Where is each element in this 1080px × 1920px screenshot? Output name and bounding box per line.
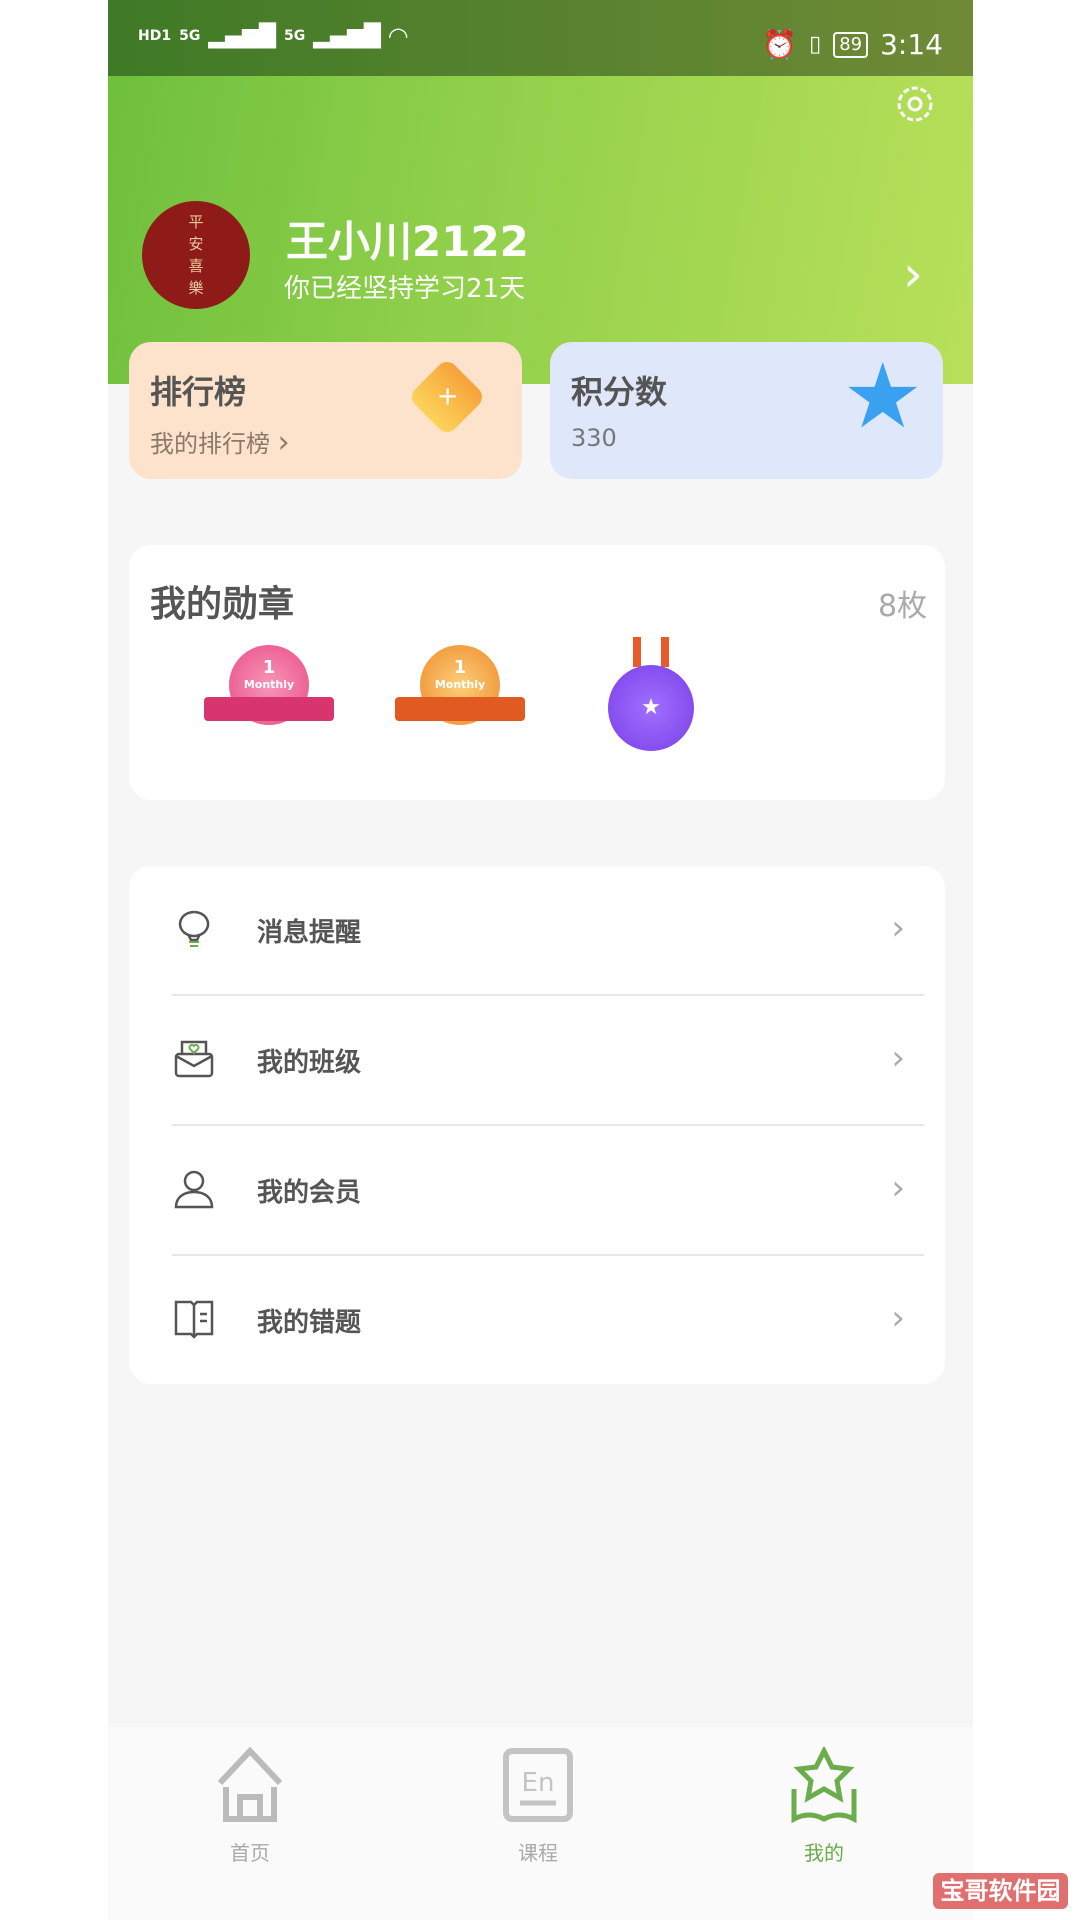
badge-monthly-orange[interactable]: 1 Monthly xyxy=(395,645,525,755)
signal-indicators: HD1 5G ▂▄▆█ 5G ▂▄▆█ ◠ xyxy=(138,22,408,50)
my-ranking-link[interactable]: 我的排行榜 › xyxy=(150,424,290,460)
ranking-title: 排行榜 xyxy=(150,373,247,411)
menu-card: 消息提醒 › 我的班级 › 我的会员 › 我的错题 › xyxy=(129,866,945,1384)
badges-card[interactable]: 我的勋章 8枚 1 Monthly 1 Monthly ★ xyxy=(129,545,945,800)
trophy-box-icon: ✕ xyxy=(407,357,487,437)
wifi-icon: ◠ xyxy=(388,22,408,50)
chevron-right-icon: › xyxy=(891,1298,905,1338)
sim-indicator: HD1 xyxy=(138,28,172,44)
badges-title: 我的勋章 xyxy=(150,584,295,625)
battery-level: 89 xyxy=(833,31,869,58)
badge-monthly-pink[interactable]: 1 Monthly xyxy=(204,645,334,755)
tab-home[interactable]: 首页 xyxy=(180,1746,320,1866)
bottom-tab-bar: 首页 En 课程 我的 xyxy=(108,1727,973,1920)
points-title: 积分数 xyxy=(571,373,668,411)
signal-5g-2: 5G xyxy=(284,28,306,44)
tab-mine[interactable]: 我的 xyxy=(754,1745,894,1866)
menu-item-notifications[interactable]: 消息提醒 › xyxy=(129,866,945,996)
star-icon: ★ xyxy=(842,344,923,449)
ranking-card[interactable]: 排行榜 我的排行榜 › ✕ xyxy=(129,342,522,479)
svg-text:En: En xyxy=(522,1768,555,1798)
profile-chevron-right-icon[interactable]: › xyxy=(903,245,923,303)
course-en-icon: En xyxy=(503,1748,573,1822)
envelope-heart-icon xyxy=(174,1040,214,1078)
phone-screen: HD1 5G ▂▄▆█ 5G ▂▄▆█ ◠ ⏰ ▯ 89 3:14 平安喜樂 王小川… xyxy=(108,0,973,1920)
user-icon xyxy=(174,1170,214,1209)
book-icon xyxy=(174,1300,214,1339)
watermark: 宝哥软件园 xyxy=(933,1873,1068,1909)
vibrate-icon: ▯ xyxy=(809,32,822,57)
badges-count: 8枚 xyxy=(878,589,928,624)
chevron-right-icon: › xyxy=(891,1038,905,1078)
menu-item-membership[interactable]: 我的会员 › xyxy=(129,1126,945,1256)
chevron-right-icon: › xyxy=(891,908,905,948)
status-right: ⏰ ▯ 89 3:14 xyxy=(762,28,943,61)
chevron-right-icon: › xyxy=(891,1168,905,1208)
badge-purple-medal[interactable]: ★ xyxy=(586,637,716,755)
points-value: 330 xyxy=(571,424,617,452)
menu-item-mistakes[interactable]: 我的错题 › xyxy=(129,1256,945,1386)
lightbulb-icon xyxy=(178,910,210,947)
avatar[interactable]: 平安喜樂 xyxy=(142,201,250,309)
user-name: 王小川2122 xyxy=(286,217,529,266)
signal-5g-1: 5G xyxy=(179,28,201,44)
alarm-icon: ⏰ xyxy=(762,28,798,61)
points-card[interactable]: 积分数 330 ★ xyxy=(550,342,943,479)
settings-gear-icon[interactable] xyxy=(893,82,937,126)
menu-item-my-class[interactable]: 我的班级 › xyxy=(129,996,945,1126)
status-bar: HD1 5G ▂▄▆█ 5G ▂▄▆█ ◠ ⏰ ▯ 89 3:14 xyxy=(108,0,973,76)
clock: 3:14 xyxy=(880,28,943,61)
home-icon xyxy=(217,1746,283,1822)
tab-courses[interactable]: En 课程 xyxy=(468,1747,608,1866)
study-streak: 你已经坚持学习21天 xyxy=(284,274,526,304)
star-book-icon xyxy=(791,1745,857,1824)
